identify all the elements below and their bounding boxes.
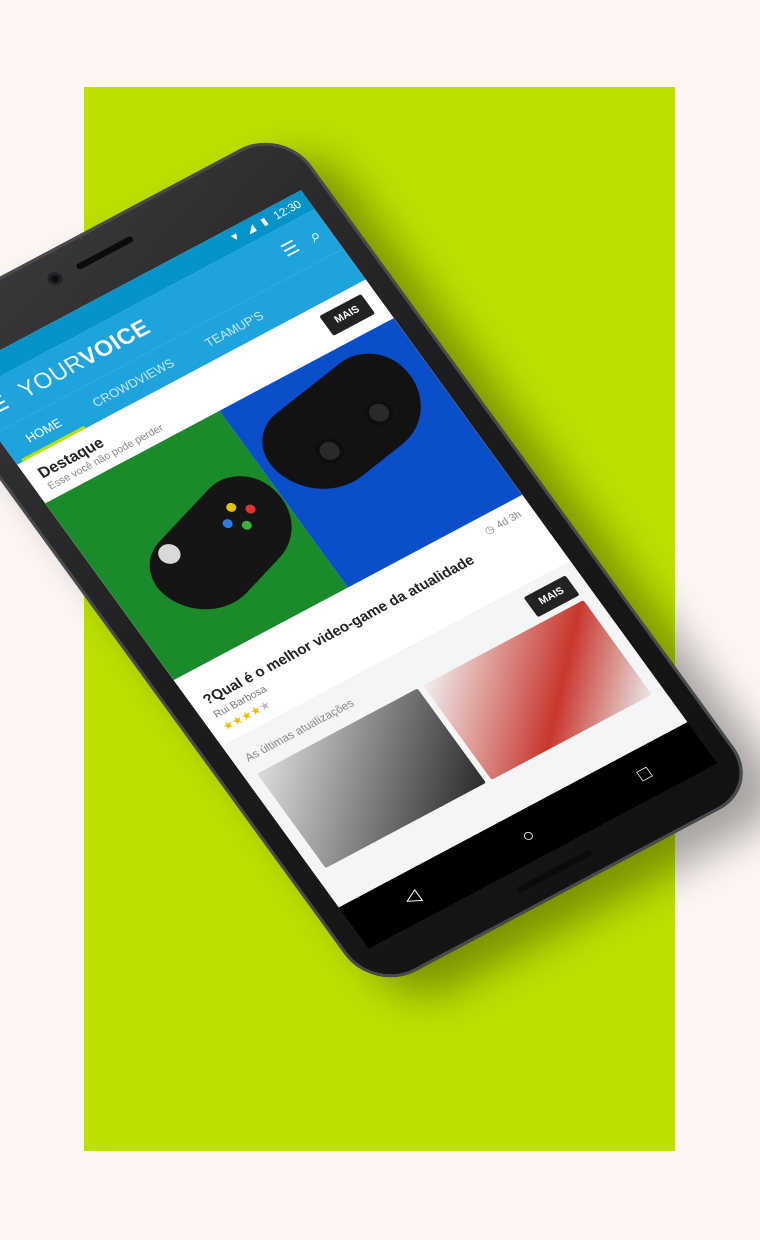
- wifi-icon: ▼: [227, 230, 244, 245]
- front-camera: [44, 270, 66, 288]
- signal-icon: ◢: [244, 222, 259, 236]
- filter-icon[interactable]: ☰: [278, 237, 305, 262]
- back-icon[interactable]: ◁: [387, 878, 437, 916]
- home-icon[interactable]: ○: [503, 817, 553, 855]
- search-icon[interactable]: ⌕: [305, 225, 326, 247]
- earpiece-speaker: [75, 235, 135, 271]
- recents-icon[interactable]: □: [619, 755, 669, 793]
- menu-icon[interactable]: ☰: [0, 390, 14, 420]
- featured-more-button[interactable]: MAIS: [319, 293, 376, 336]
- battery-icon: ▮: [258, 215, 271, 229]
